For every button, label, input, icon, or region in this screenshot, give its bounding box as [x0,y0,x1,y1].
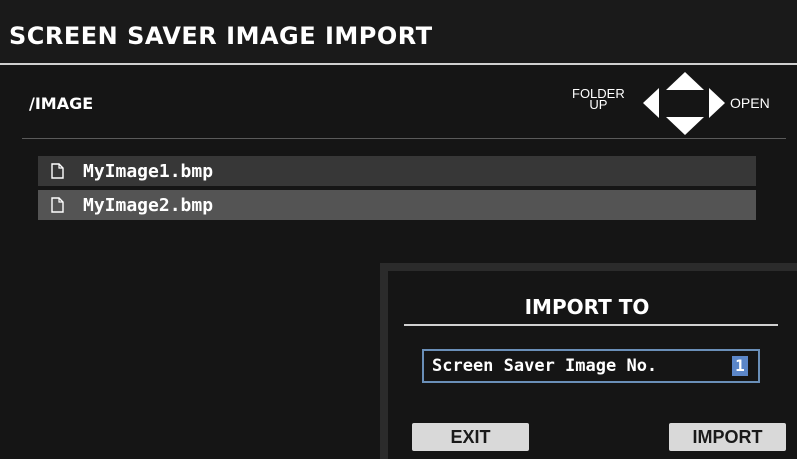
import-dialog: IMPORT TO Screen Saver Image No. 1 EXIT … [380,263,797,459]
title-divider [0,63,797,65]
screen: SCREEN SAVER IMAGE IMPORT /IMAGE FOLDER … [0,0,797,459]
open-label: OPEN [730,95,770,111]
file-name: MyImage2.bmp [83,194,214,216]
arrow-up-icon[interactable] [666,72,704,90]
image-number-value[interactable]: 1 [732,356,748,376]
image-number-label: Screen Saver Image No. [432,356,658,376]
file-list: MyImage1.bmp MyImage2.bmp [38,156,756,224]
image-number-field[interactable]: Screen Saver Image No. 1 [422,349,760,383]
file-row-selected[interactable]: MyImage2.bmp [38,190,756,220]
dialog-divider [404,324,778,326]
title-bar: SCREEN SAVER IMAGE IMPORT [0,0,797,63]
page-title: SCREEN SAVER IMAGE IMPORT [9,22,433,50]
exit-button[interactable]: EXIT [412,423,529,451]
arrow-down-icon[interactable] [666,117,704,135]
arrow-right-icon[interactable] [709,88,725,118]
folder-up-label: FOLDER UP [572,87,625,111]
folder-navigation-hint: FOLDER UP OPEN [570,72,785,136]
path-divider [22,138,786,139]
import-dialog-body: IMPORT TO Screen Saver Image No. 1 EXIT … [388,271,797,459]
document-icon [51,197,64,213]
file-row[interactable]: MyImage1.bmp [38,156,756,186]
arrow-left-icon[interactable] [643,88,659,118]
dialog-title: IMPORT TO [524,295,650,319]
import-button[interactable]: IMPORT [669,423,786,451]
file-name: MyImage1.bmp [83,160,214,182]
document-icon [51,163,64,179]
current-path: /IMAGE [29,94,94,113]
